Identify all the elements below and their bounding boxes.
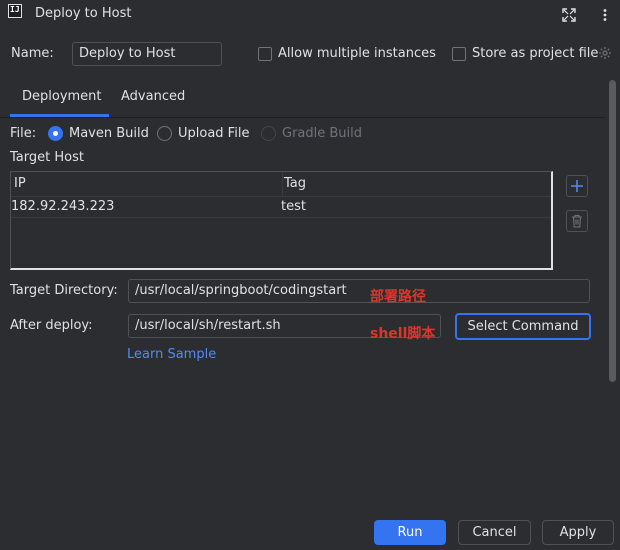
tab-divider — [0, 117, 605, 118]
table-row[interactable]: 182.92.243.223 test — [11, 197, 551, 218]
learn-sample-link[interactable]: Learn Sample — [127, 347, 216, 362]
cancel-button[interactable]: Cancel — [458, 520, 531, 545]
maven-build-radio[interactable] — [48, 126, 63, 141]
name-label: Name: — [11, 46, 54, 61]
upload-file-radio[interactable] — [157, 126, 172, 141]
more-options-icon-glyph — [603, 9, 607, 21]
expand-icon[interactable] — [558, 7, 580, 29]
table-header: IP Tag — [11, 172, 551, 197]
scrollbar-thumb[interactable] — [609, 80, 616, 382]
gear-icon[interactable] — [598, 46, 612, 60]
expand-icon-glyph — [562, 8, 576, 22]
target-host-table[interactable]: IP Tag 182.92.243.223 test — [10, 171, 553, 270]
store-as-project-file-label[interactable]: Store as project file — [472, 46, 598, 61]
more-options-icon[interactable] — [594, 7, 616, 29]
tab-deployment[interactable]: Deployment — [22, 89, 102, 104]
after-deploy-annotation: shell脚本 — [370, 326, 436, 342]
tab-advanced[interactable]: Advanced — [121, 89, 185, 104]
select-command-button[interactable]: Select Command — [455, 313, 591, 340]
plus-icon — [571, 180, 583, 192]
remove-host-button — [566, 210, 588, 232]
trash-icon — [572, 214, 582, 228]
gear-icon-glyph — [599, 47, 611, 59]
run-button[interactable]: Run — [374, 520, 446, 545]
maven-build-label[interactable]: Maven Build — [69, 126, 149, 141]
column-header-ip[interactable]: IP — [14, 176, 26, 191]
target-directory-label: Target Directory: — [10, 283, 118, 298]
column-separator — [282, 172, 283, 196]
gradle-build-radio — [261, 126, 276, 141]
upload-file-label[interactable]: Upload File — [178, 126, 249, 141]
target-host-label: Target Host — [10, 150, 84, 165]
intellij-app-icon: IJ — [8, 4, 22, 18]
store-as-project-file-checkbox[interactable] — [452, 47, 466, 61]
add-host-button[interactable] — [566, 175, 588, 197]
cell-ip[interactable]: 182.92.243.223 — [11, 199, 114, 214]
target-directory-field[interactable]: /usr/local/springboot/codingstart — [128, 279, 590, 303]
title-bar: IJ Deploy to Host — [0, 0, 620, 30]
allow-multiple-instances-label[interactable]: Allow multiple instances — [278, 46, 436, 61]
column-header-tag[interactable]: Tag — [284, 176, 306, 191]
allow-multiple-instances-checkbox[interactable] — [258, 47, 272, 61]
name-field[interactable]: Deploy to Host — [72, 42, 222, 66]
apply-button[interactable]: Apply — [542, 520, 614, 545]
after-deploy-label: After deploy: — [10, 318, 93, 333]
gradle-build-label: Gradle Build — [282, 126, 363, 141]
target-directory-annotation: 部署路径 — [370, 289, 426, 305]
cell-tag[interactable]: test — [281, 199, 306, 214]
window-title: Deploy to Host — [35, 6, 132, 21]
file-label: File: — [10, 126, 37, 141]
